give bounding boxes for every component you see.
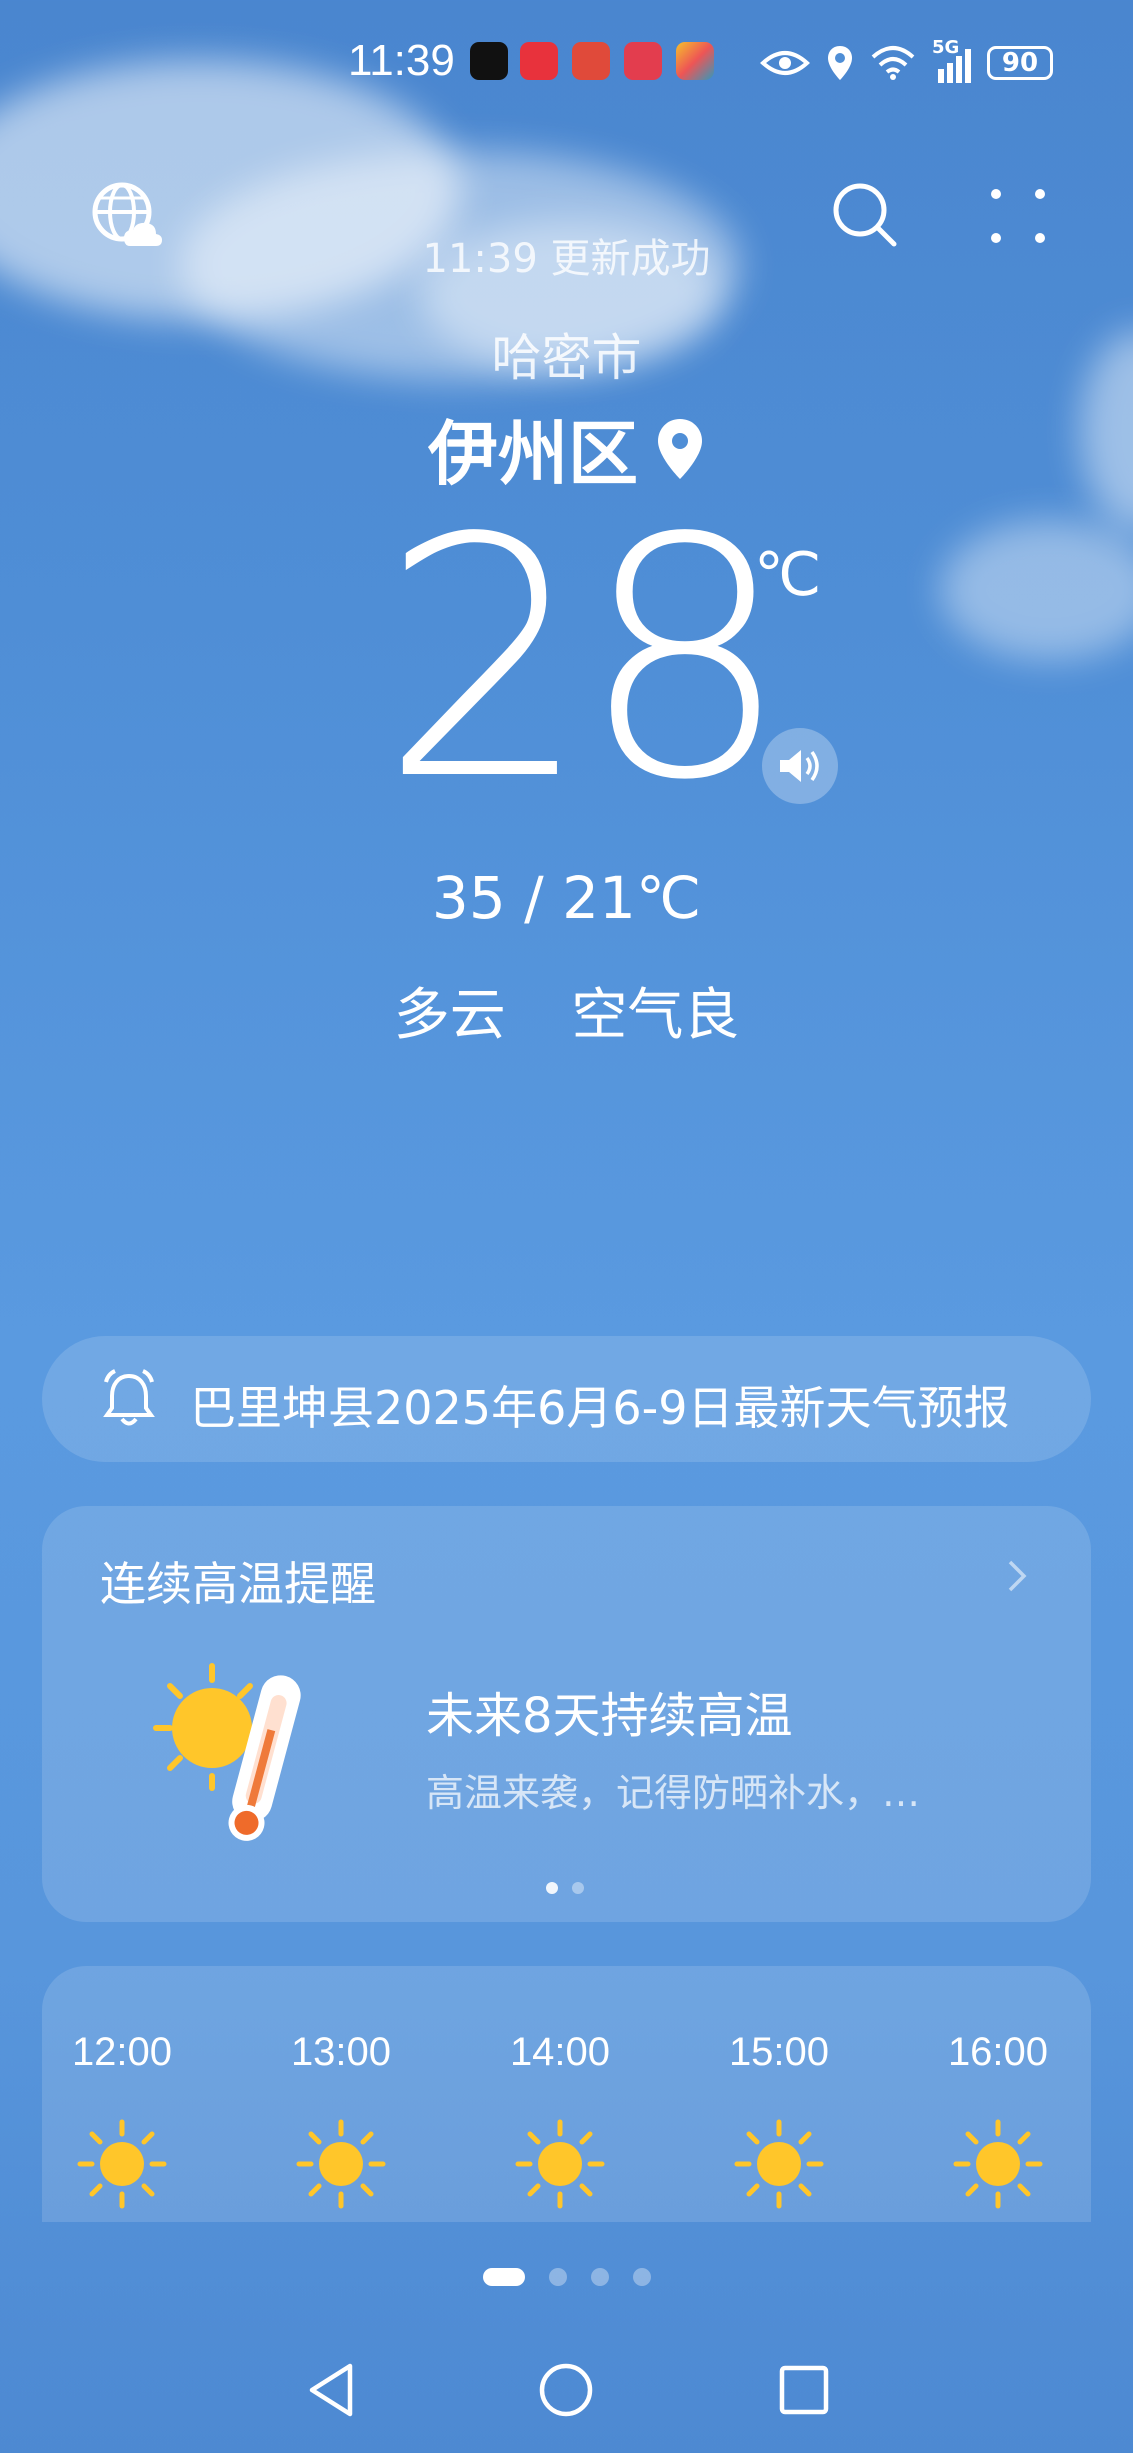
recents-nav-icon[interactable] — [776, 2360, 832, 2420]
sun-icon — [734, 2119, 824, 2209]
page-indicator[interactable] — [0, 2268, 1133, 2286]
wifi-icon — [871, 46, 915, 80]
page-dot — [590, 2268, 609, 2286]
high-low-temperature: 35 / 21℃ — [431, 864, 702, 932]
heat-warning-card[interactable]: 连续高温提醒 未来8天持续高温 高温来袭，记得防晒补水，… — [42, 1506, 1091, 1922]
speaker-icon — [780, 750, 819, 782]
hour-time: 16:00 — [947, 2030, 1049, 2074]
page-dot-active — [482, 2268, 525, 2286]
reader-app-icon — [624, 42, 662, 80]
shopping-app-icon — [572, 42, 610, 80]
condition-text: 多云 — [393, 983, 506, 1048]
temperature-unit: ℃ — [754, 540, 822, 610]
page-dot — [548, 2268, 567, 2286]
update-status: 11:39 更新成功 — [422, 236, 711, 282]
status-bar: 11:39 5G 90 — [0, 28, 1133, 98]
618-app-icon — [520, 42, 558, 80]
signal-label: 5G — [932, 37, 960, 58]
heat-card-title: 连续高温提醒 — [100, 1557, 376, 1611]
sun-thermometer-icon — [153, 1663, 301, 1841]
current-temperature: 28 — [380, 468, 790, 852]
hourly-forecast-card[interactable]: 12:00 13:00 14:00 15:00 16:00 — [42, 1966, 1091, 2222]
sun-icon — [77, 2119, 167, 2209]
sun-icon — [953, 2119, 1043, 2209]
bell-alert-icon — [103, 1369, 155, 1426]
hour-time: 15:00 — [728, 2030, 830, 2074]
cell-signal-icon: 5G — [932, 37, 971, 83]
status-time: 11:39 — [348, 36, 455, 85]
heat-card-subtext: 高温来袭，记得防晒补水，… — [426, 1771, 921, 1815]
hourly-item: 15:00 — [709, 2030, 849, 2075]
location-icon — [828, 46, 852, 80]
back-nav-icon[interactable] — [304, 2360, 360, 2420]
battery-icon: 90 — [987, 46, 1053, 80]
hour-time: 12:00 — [71, 2030, 173, 2074]
hourly-item: 14:00 — [490, 2030, 630, 2075]
battery-level: 90 — [1001, 48, 1039, 78]
alert-banner[interactable]: 巴里坤县2025年6月6-9日最新天气预报 — [42, 1336, 1091, 1462]
weather-summary: 多云 空气良 — [0, 970, 1133, 1051]
air-quality-text[interactable]: 空气良 — [571, 983, 739, 1048]
chevron-right-icon[interactable] — [1006, 1558, 1028, 1594]
hour-time: 13:00 — [290, 2030, 392, 2074]
hourly-item: 12:00 — [52, 2030, 192, 2075]
sun-icon — [296, 2119, 386, 2209]
page-dot — [632, 2268, 651, 2286]
city-name: 哈密市 — [491, 329, 642, 387]
alert-text: 巴里坤县2025年6月6-9日最新天气预报 — [190, 1381, 1010, 1435]
home-nav-icon[interactable] — [538, 2360, 594, 2420]
eye-icon — [760, 51, 810, 75]
hour-time: 14:00 — [509, 2030, 611, 2074]
hourly-item: 16:00 — [928, 2030, 1068, 2075]
hourly-item: 13:00 — [271, 2030, 411, 2075]
voice-broadcast-button[interactable] — [762, 728, 838, 804]
carousel-indicator — [546, 1882, 584, 1894]
heat-card-headline: 未来8天持续高温 — [426, 1688, 793, 1744]
douyin-icon — [470, 42, 508, 80]
sun-icon — [515, 2119, 605, 2209]
tools-app-icon — [676, 42, 714, 80]
